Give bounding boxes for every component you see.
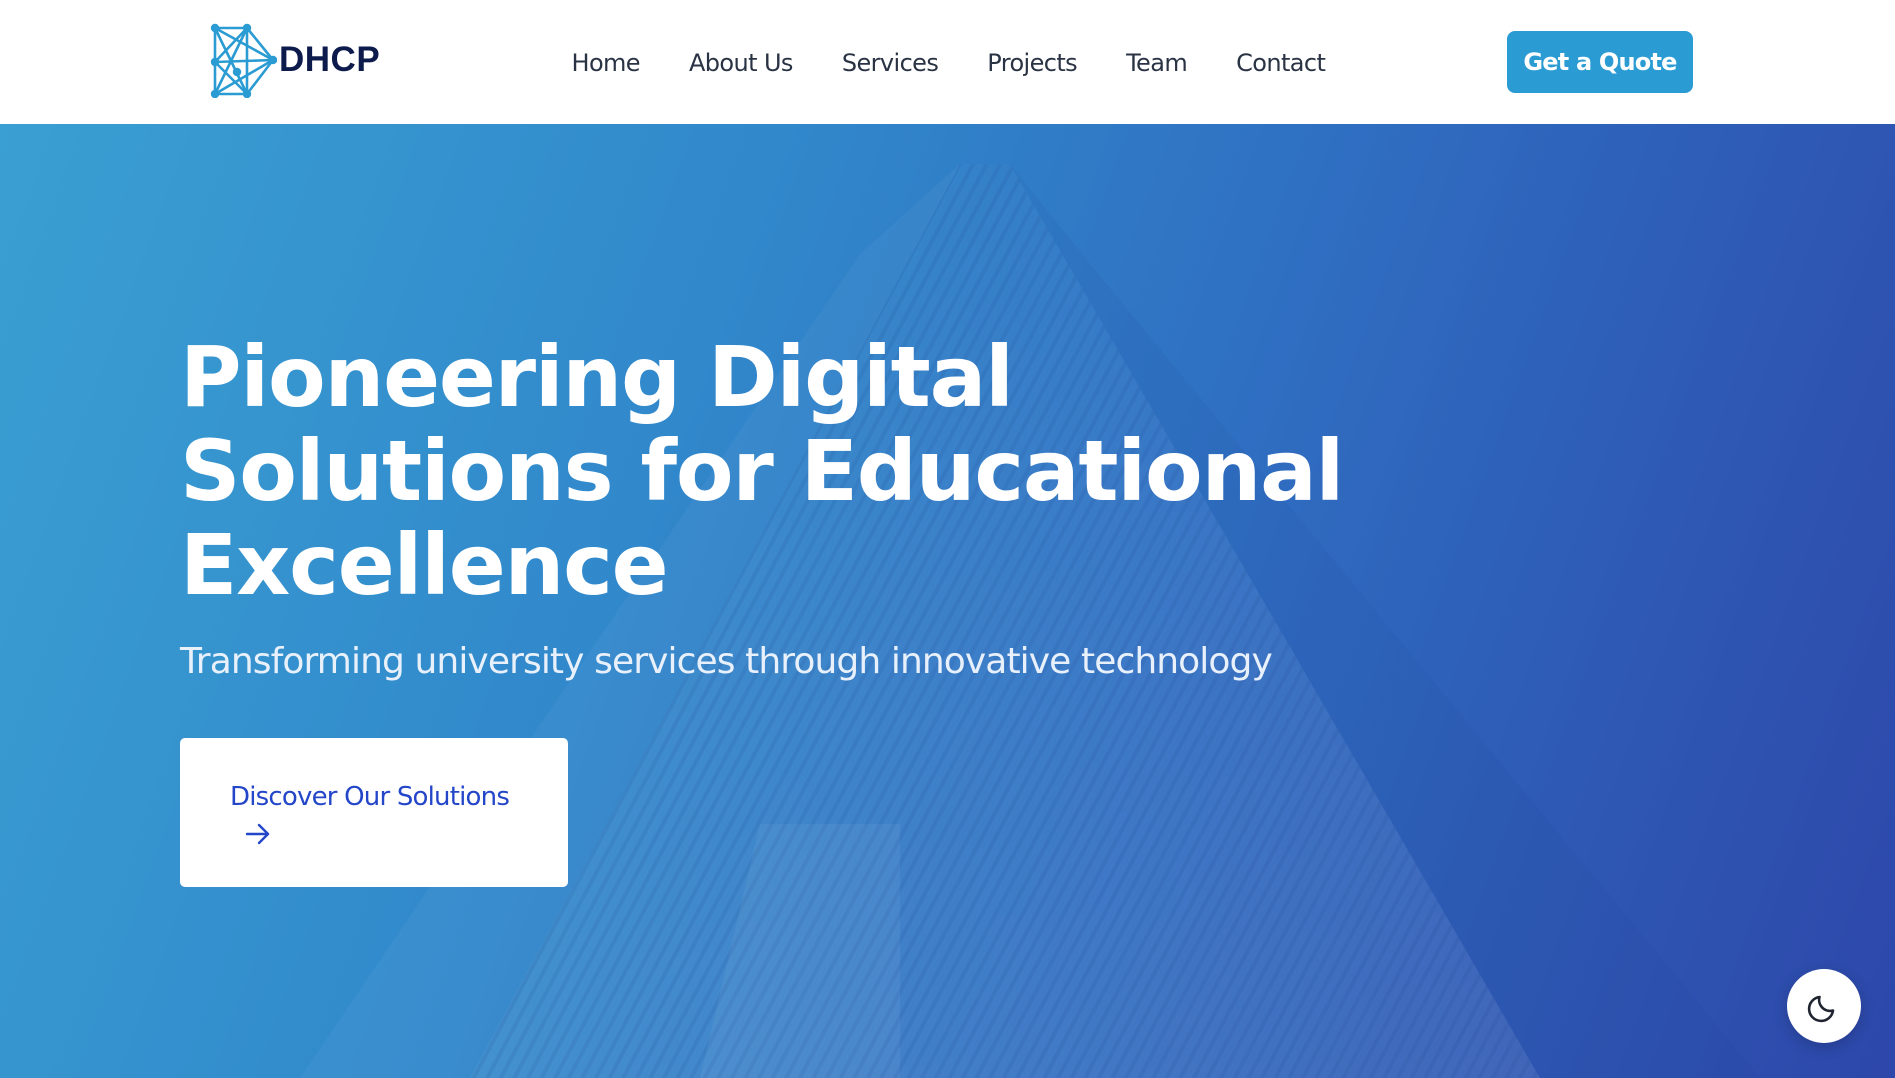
dark-mode-toggle-button[interactable] [1787, 969, 1861, 1043]
discover-solutions-button[interactable]: Discover Our Solutions [180, 738, 568, 887]
hero-title-line: Excellence [180, 516, 669, 614]
brand-name: DHCP [279, 40, 381, 79]
nav-link-projects[interactable]: Projects [963, 49, 1102, 77]
nav-link-contact[interactable]: Contact [1212, 49, 1350, 77]
arrow-right-icon [245, 823, 270, 845]
network-nodes-logo-icon [210, 23, 277, 98]
hero-title: Pioneering Digital Solutions for Educati… [180, 330, 1380, 612]
site-header: DHCP Home About Us Services Projects Tea… [0, 0, 1895, 124]
moon-icon [1807, 995, 1835, 1023]
nav-link-services[interactable]: Services [817, 49, 962, 77]
hero-title-line: Solutions for Educational [180, 422, 1344, 520]
get-a-quote-button[interactable]: Get a Quote [1507, 31, 1693, 93]
hero-title-line: Pioneering Digital [180, 328, 1014, 426]
landing-page: DHCP Home About Us Services Projects Tea… [0, 0, 1895, 1078]
discover-solutions-label: Discover Our Solutions [230, 782, 510, 812]
brand-home-link[interactable]: DHCP [207, 22, 380, 98]
nav-link-home[interactable]: Home [547, 49, 664, 77]
nav-link-team[interactable]: Team [1102, 49, 1212, 77]
nav-link-about-us[interactable]: About Us [664, 49, 817, 77]
hero-section: Pioneering Digital Solutions for Educati… [0, 124, 1895, 1078]
main-nav: Home About Us Services Projects Team Con… [547, 40, 1350, 86]
hero-subtitle: Transforming university services through… [180, 641, 1273, 682]
